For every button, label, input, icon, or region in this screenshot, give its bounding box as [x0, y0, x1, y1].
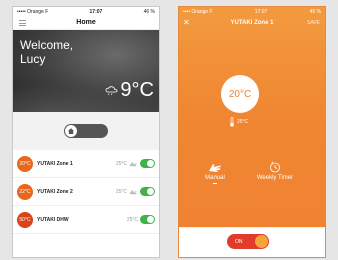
zone-name: YUTAKI DHW [37, 216, 69, 223]
close-icon[interactable]: ✕ [183, 18, 190, 28]
nav-bar: Home [13, 16, 159, 30]
target-temperature-dial[interactable]: 20°C [221, 75, 259, 113]
outside-temperature: 9°C [120, 79, 154, 101]
power-bar: ON [179, 227, 325, 257]
zone-power-switch[interactable] [140, 215, 155, 224]
power-toggle-label: ON [235, 238, 243, 245]
carrier-label: ••••• Orange F [17, 8, 49, 15]
zone-row-2[interactable]: 22°C YUTAKI Zone 2 25°C [13, 178, 159, 206]
clock: 17:07 [89, 8, 103, 15]
zone-temperature-badge: 20°C [17, 155, 33, 172]
zone-row-1[interactable]: 20°C YUTAKI Zone 1 25°C [13, 150, 159, 178]
welcome-banner: Welcome, Lucy 9°C [13, 30, 159, 112]
target-temperature: 20°C [228, 88, 252, 100]
room-temperature: 25°C [229, 117, 248, 127]
status-bar: ••••• Orange F 17:07 46 % [13, 7, 159, 16]
zone-temperature-badge: 50°C [17, 211, 33, 228]
zone-power-switch[interactable] [140, 187, 155, 196]
home-screen: ••••• Orange F 17:07 46 % Home Welcome, … [12, 6, 160, 258]
zone-name: YUTAKI Zone 1 [37, 160, 73, 167]
zone-power-switch[interactable] [140, 159, 155, 168]
manual-mode-icon [129, 161, 137, 166]
weather-widget: 9°C [105, 80, 154, 100]
nav-bar: ✕ YUTAKI Zone 1 SAVE [179, 16, 325, 30]
power-toggle[interactable]: ON [227, 234, 269, 249]
home-knob [65, 125, 77, 137]
zone-setpoint: 25°C [126, 216, 138, 223]
clock: 17:07 [254, 8, 268, 15]
cloud-rain-icon [106, 86, 118, 96]
thermometer-icon [230, 117, 234, 127]
zone-setpoint: 25°C [115, 188, 127, 195]
manual-mode-option[interactable]: Manual [203, 161, 227, 184]
home-icon [68, 128, 74, 134]
weekly-timer-option[interactable]: Weekly Timer [255, 161, 295, 181]
welcome-user-name: Lucy [20, 52, 46, 66]
zone-setpoint: 25°C [115, 160, 127, 167]
weekly-timer-label: Weekly Timer [256, 175, 294, 181]
carrier-label: •••• Orange F [183, 8, 213, 15]
status-bar: •••• Orange F 17:07 45 % [179, 7, 325, 16]
zone-temperature-badge: 22°C [17, 183, 33, 200]
zone-list: 20°C YUTAKI Zone 1 25°C 22°C YUTAKI Zone… [13, 150, 159, 234]
hand-icon [209, 164, 221, 172]
home-away-toggle[interactable] [64, 124, 108, 138]
zone-name: YUTAKI Zone 2 [37, 188, 73, 195]
battery-label: 45 % [309, 8, 321, 15]
mode-selector: Manual Weekly Timer [179, 161, 325, 201]
welcome-text: Welcome, Lucy [20, 38, 73, 66]
page-title: Home [76, 19, 96, 26]
page-title: YUTAKI Zone 1 [230, 20, 274, 26]
zone-detail-screen: •••• Orange F 17:07 45 % ✕ YUTAKI Zone 1… [178, 6, 326, 258]
zone-row-dhw[interactable]: 50°C YUTAKI DHW 25°C [13, 206, 159, 234]
room-temperature-value: 25°C [237, 119, 249, 125]
welcome-greeting: Welcome, [20, 38, 74, 52]
save-button[interactable]: SAVE [307, 20, 320, 26]
manual-mode-icon [129, 189, 137, 194]
timer-icon [270, 161, 280, 173]
menu-icon[interactable] [19, 20, 26, 26]
battery-label: 46 % [143, 8, 155, 15]
power-toggle-knob [255, 235, 268, 248]
mode-row [13, 112, 159, 150]
manual-mode-label: Manual [205, 175, 225, 181]
selected-indicator [213, 183, 217, 184]
